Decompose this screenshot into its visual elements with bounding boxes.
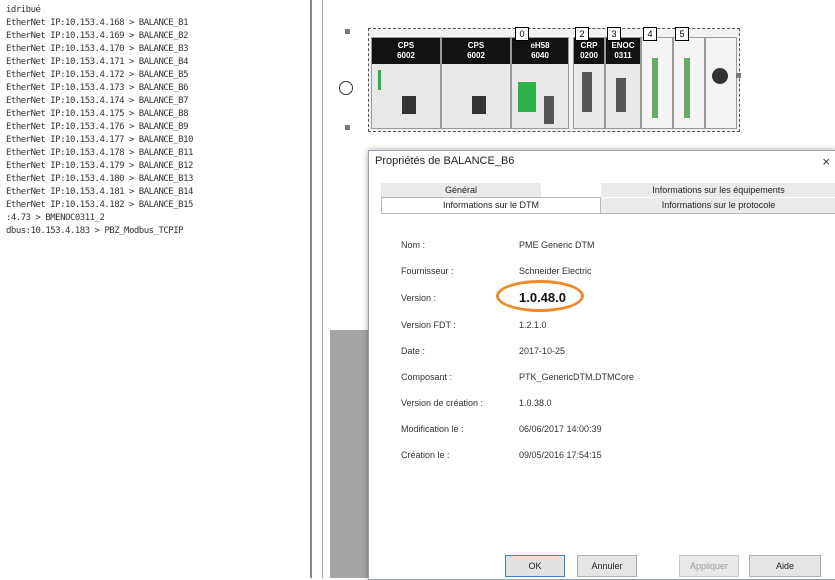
tab-strip: Général Informations sur les équipements… (381, 173, 835, 214)
editor-background (330, 330, 370, 578)
rack-connector-icon (339, 81, 353, 95)
modification-value: 06/06/2017 14:00:39 (519, 424, 602, 434)
creation-value: 09/05/2016 17:54:15 (519, 450, 602, 460)
nom-label: Nom : (401, 240, 426, 250)
module-cps-1[interactable]: CPS 6002 (371, 37, 441, 129)
ok-button[interactable]: OK (505, 555, 565, 577)
tree-item[interactable]: EtherNet IP:10.153.4.168 > BALANCE_B1 (6, 17, 188, 29)
tree-item[interactable]: EtherNet IP:10.153.4.171 > BALANCE_B4 (6, 56, 188, 68)
version-label: Version : (401, 293, 437, 303)
led-icon (378, 70, 381, 90)
selection-handle[interactable] (736, 73, 741, 78)
dtm-info-panel: Nom : PME Generic DTM Fournisseur : Schn… (381, 213, 835, 540)
selection-handle[interactable] (345, 29, 350, 34)
slot-number: 0 (515, 27, 529, 41)
fournisseur-label: Fournisseur : (401, 266, 454, 276)
tree-item[interactable]: EtherNet IP:10.153.4.172 > BALANCE_B5 (6, 69, 188, 81)
module-crp[interactable]: CRP 0200 (573, 37, 605, 129)
terminal-icon (472, 96, 486, 114)
tree-item[interactable]: EtherNet IP:10.153.4.177 > BALANCE_B10 (6, 134, 193, 146)
tree-item[interactable]: dbus:10.153.4.183 > PBZ_Modbus_TCPIP (6, 225, 184, 237)
nom-value: PME Generic DTM (519, 240, 595, 250)
properties-dialog: Propriétés de BALANCE_B6 × Général Infor… (368, 150, 835, 580)
port-icon (544, 96, 554, 124)
tree-item[interactable]: EtherNet IP:10.153.4.178 > BALANCE_B11 (6, 147, 193, 159)
cancel-button[interactable]: Annuler (577, 555, 637, 577)
module-label: CPS 6002 (442, 38, 510, 64)
module-cps-2[interactable]: CPS 6002 (441, 37, 511, 129)
slot-rail (652, 58, 658, 118)
fournisseur-value: Schneider Electric (519, 266, 592, 276)
project-tree: idribué EtherNet IP:10.153.4.168 > BALAN… (0, 0, 300, 578)
rack[interactable]: CPS 6002 CPS 6002 eH58 6040 0 CRP 0200 2… (339, 27, 741, 132)
tree-item[interactable]: EtherNet IP:10.153.4.173 > BALANCE_B6 (6, 82, 188, 94)
composant-label: Composant : (401, 372, 453, 382)
pane-border (322, 0, 323, 578)
port-icon (616, 78, 626, 112)
tab-protocol-info[interactable]: Informations sur le protocole (601, 198, 835, 213)
module-eh58[interactable]: eH58 6040 (511, 37, 569, 129)
apply-button[interactable]: Appliquer (679, 555, 739, 577)
date-label: Date : (401, 346, 426, 356)
slot-number: 2 (575, 27, 589, 41)
tree-item[interactable]: EtherNet IP:10.153.4.170 > BALANCE_B3 (6, 43, 188, 55)
tree-item[interactable]: EtherNet IP:10.153.4.174 > BALANCE_B7 (6, 95, 188, 107)
slot-rail (684, 58, 690, 118)
terminal-icon (402, 96, 416, 114)
selection-handle[interactable] (345, 125, 350, 130)
tree-item[interactable]: EtherNet IP:10.153.4.175 > BALANCE_B8 (6, 108, 188, 120)
creation-label: Création le : (401, 450, 450, 460)
module-label: ENOC 0311 (606, 38, 640, 64)
slot-number: 5 (675, 27, 689, 41)
rack-end-icon (712, 68, 728, 84)
creation-version-value: 1.0.38.0 (519, 398, 552, 408)
tree-item[interactable]: EtherNet IP:10.153.4.169 > BALANCE_B2 (6, 30, 188, 42)
port-icon (582, 72, 592, 112)
pane-splitter[interactable] (310, 0, 312, 578)
date-value: 2017-10-25 (519, 346, 566, 356)
module-label: CRP 0200 (574, 38, 604, 64)
module-empty-4[interactable] (641, 37, 673, 129)
fdt-label: Version FDT : (401, 320, 456, 330)
module-label: CPS 6002 (372, 38, 440, 64)
tree-item[interactable]: EtherNet IP:10.153.4.182 > BALANCE_B15 (6, 199, 193, 211)
tab-equipment-info[interactable]: Informations sur les équipements (601, 183, 835, 197)
dialog-title: Propriétés de BALANCE_B6 (375, 155, 515, 167)
tree-item[interactable]: :4.73 > BMENOC0311_2 (6, 212, 105, 224)
tab-dtm-info[interactable]: Informations sur le DTM (381, 197, 601, 214)
tree-item[interactable]: idribué (6, 4, 41, 16)
slot-number: 3 (607, 27, 621, 41)
tree-item[interactable]: EtherNet IP:10.153.4.181 > BALANCE_B14 (6, 186, 193, 198)
help-button[interactable]: Aide (749, 555, 821, 577)
modification-label: Modification le : (401, 424, 464, 434)
version-highlight-oval (496, 280, 584, 312)
tree-item[interactable]: EtherNet IP:10.153.4.179 > BALANCE_B12 (6, 160, 193, 172)
module-label: eH58 6040 (512, 38, 568, 64)
close-icon[interactable]: × (822, 154, 830, 169)
composant-value: PTK_GenericDTM.DTMCore (519, 372, 635, 382)
creation-version-label: Version de création : (401, 398, 484, 408)
module-empty-5[interactable] (673, 37, 705, 129)
tab-general[interactable]: Général (381, 183, 541, 197)
slot-number: 4 (643, 27, 657, 41)
module-enoc[interactable]: ENOC 0311 (605, 37, 641, 129)
fdt-value: 1.2.1.0 (519, 320, 547, 330)
tree-item[interactable]: EtherNet IP:10.153.4.176 > BALANCE_B9 (6, 121, 188, 133)
tree-item[interactable]: EtherNet IP:10.153.4.180 > BALANCE_B13 (6, 173, 193, 185)
module-end[interactable] (705, 37, 737, 129)
module-display (518, 82, 536, 112)
